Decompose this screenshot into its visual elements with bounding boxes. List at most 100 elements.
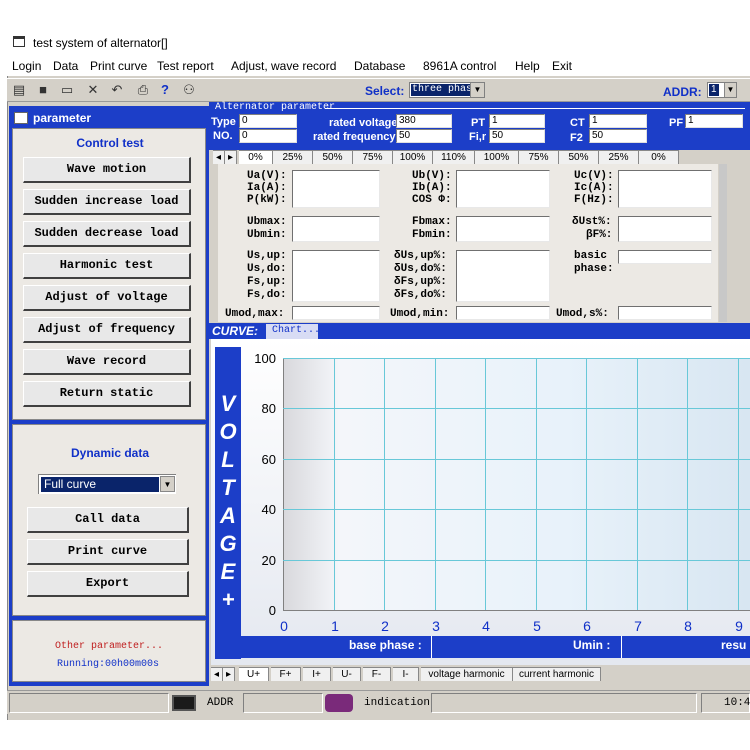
- load-tab-4[interactable]: 100%: [393, 150, 433, 164]
- menu-test-report[interactable]: Test report: [157, 59, 214, 73]
- chevron-down-icon[interactable]: ▼: [724, 83, 736, 97]
- load-tab-7[interactable]: 75%: [519, 150, 559, 164]
- tab-u-minus[interactable]: U-: [333, 667, 361, 681]
- p-label: P(kW):: [247, 194, 287, 206]
- grid-line: [637, 358, 638, 610]
- call-data-button[interactable]: Call data: [27, 507, 189, 533]
- grid-line: [283, 560, 750, 561]
- tab-i-plus[interactable]: I+: [303, 667, 331, 681]
- close-icon[interactable]: ✕: [85, 82, 101, 98]
- addr-select-value: 1: [709, 84, 719, 96]
- print-curve-button[interactable]: Print curve: [27, 539, 189, 565]
- other-parameter-link[interactable]: Other parameter...: [55, 641, 163, 652]
- addr-select[interactable]: 1 ▼: [707, 82, 737, 98]
- load-tab-1[interactable]: 25%: [273, 150, 313, 164]
- menu-adjust-wave-record[interactable]: Adjust, wave record: [231, 59, 336, 73]
- us-fs-box: [292, 250, 380, 302]
- binoculars-icon[interactable]: ⚇: [181, 82, 197, 98]
- voltage-letter: L: [221, 447, 235, 472]
- load-tab-0[interactable]: 0%: [239, 150, 273, 164]
- type-label: Type: [211, 116, 236, 128]
- tab-voltage-harmonic[interactable]: voltage harmonic: [421, 667, 513, 681]
- basic-label: basic: [574, 250, 608, 262]
- us-up-label: Us,up:: [247, 250, 287, 262]
- ct-field[interactable]: 1: [589, 114, 647, 128]
- dfs-up-label: δFs,up%:: [394, 276, 447, 288]
- tab-scroll-left[interactable]: ◂: [211, 667, 223, 681]
- preview-icon[interactable]: ▭: [59, 82, 75, 98]
- chevron-down-icon[interactable]: ▼: [470, 83, 484, 97]
- f2-field[interactable]: 50: [589, 129, 647, 143]
- return-static-button[interactable]: Return static: [23, 381, 191, 407]
- tab-i-minus[interactable]: I-: [393, 667, 419, 681]
- grid-line: [384, 358, 385, 610]
- grid-line: [283, 408, 750, 409]
- adjust-voltage-button[interactable]: Adjust of voltage: [23, 285, 191, 311]
- ia-label: Ia(A):: [247, 182, 287, 194]
- status-cell-blank: [243, 693, 323, 713]
- pf-field[interactable]: 1: [685, 114, 743, 128]
- type-field[interactable]: 0: [239, 114, 297, 128]
- ua-label: Ua(V):: [247, 170, 287, 182]
- ib-label: Ib(A):: [412, 182, 452, 194]
- tab-scroll-right[interactable]: ▸: [225, 150, 237, 164]
- control-test-box: Control test Wave motion Sudden increase…: [12, 128, 206, 420]
- load-tab-9[interactable]: 25%: [599, 150, 639, 164]
- tab-current-harmonic[interactable]: current harmonic: [513, 667, 601, 681]
- voltage-letter: T: [221, 475, 235, 500]
- load-tab-10[interactable]: 0%: [639, 150, 679, 164]
- load-tab-5[interactable]: 110%: [433, 150, 475, 164]
- plot-area: [283, 358, 750, 610]
- tab-u-plus[interactable]: U+: [239, 667, 269, 681]
- menu-print-curve[interactable]: Print curve: [90, 59, 147, 73]
- chart-tab[interactable]: Chart...: [266, 324, 320, 339]
- adjust-frequency-button[interactable]: Adjust of frequency: [23, 317, 191, 343]
- save-icon[interactable]: ■: [35, 82, 51, 98]
- menu-login[interactable]: Login: [12, 59, 41, 73]
- no-field[interactable]: 0: [239, 129, 297, 143]
- wave-record-button[interactable]: Wave record: [23, 349, 191, 375]
- menu-help[interactable]: Help: [515, 59, 540, 73]
- grid-line: [283, 459, 750, 460]
- measurement-scrollbar[interactable]: [719, 164, 727, 322]
- sudden-increase-load-button[interactable]: Sudden increase load: [23, 189, 191, 215]
- chevron-down-icon[interactable]: ▼: [160, 476, 175, 492]
- curve-mode-select[interactable]: Full curve ▼: [38, 474, 176, 494]
- umin-label: Umin :: [573, 638, 611, 652]
- sudden-decrease-load-button[interactable]: Sudden decrease load: [23, 221, 191, 247]
- dus-dfs-box: [456, 250, 550, 302]
- tab-f-plus[interactable]: F+: [271, 667, 301, 681]
- help-icon[interactable]: ?: [157, 82, 173, 98]
- measurement-grid: Ua(V): Ia(A): P(kW): Ubmax: Ubmin: Us,up…: [218, 164, 718, 322]
- load-tab-3[interactable]: 75%: [353, 150, 393, 164]
- menu-8961a-control[interactable]: 8961A control: [423, 59, 496, 73]
- ubmax-ubmin-box: [292, 216, 380, 242]
- export-button[interactable]: Export: [27, 571, 189, 597]
- tab-scroll-left[interactable]: ◂: [213, 150, 225, 164]
- tab-scroll-right[interactable]: ▸: [223, 667, 235, 681]
- rated-frequency-field[interactable]: 50: [396, 129, 452, 143]
- voltage-letter: V: [220, 391, 236, 416]
- tab-f-minus[interactable]: F-: [363, 667, 391, 681]
- harmonic-test-button[interactable]: Harmonic test: [23, 253, 191, 279]
- new-icon[interactable]: ▤: [11, 82, 27, 98]
- parameter-header: parameter: [11, 108, 207, 128]
- pt-field[interactable]: 1: [489, 114, 545, 128]
- wave-motion-button[interactable]: Wave motion: [23, 157, 191, 183]
- load-tab-6[interactable]: 100%: [475, 150, 519, 164]
- fir-field[interactable]: 50: [489, 129, 545, 143]
- rated-voltage-field[interactable]: 380: [396, 114, 452, 128]
- dust-beta-box: [618, 216, 712, 242]
- phase-select[interactable]: three phase ▼: [409, 82, 485, 98]
- pf-label: PF: [669, 117, 684, 129]
- window-title: test system of alternator[]: [33, 36, 168, 50]
- select-label: Select:: [365, 84, 405, 98]
- curve-info-bar: base phase : Umin : resu: [241, 636, 750, 658]
- menu-data[interactable]: Data: [53, 59, 78, 73]
- undo-icon[interactable]: ↶: [109, 82, 125, 98]
- print-icon[interactable]: ⎙: [135, 82, 151, 98]
- menu-exit[interactable]: Exit: [552, 59, 572, 73]
- load-tab-2[interactable]: 50%: [313, 150, 353, 164]
- menu-database[interactable]: Database: [354, 59, 405, 73]
- load-tab-8[interactable]: 50%: [559, 150, 599, 164]
